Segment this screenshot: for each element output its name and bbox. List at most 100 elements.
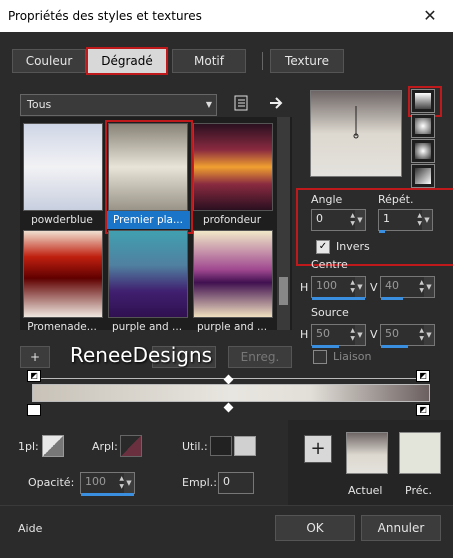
center-h-spinner[interactable]: 100 ▲ ▼ ▼ — [311, 276, 366, 300]
selection-highlight — [105, 120, 193, 234]
window-title: Propriétés des styles et textures — [0, 0, 453, 32]
user-color-swatch[interactable] — [234, 436, 256, 456]
gradient-swatch — [193, 230, 273, 318]
opacity-midpoint[interactable] — [223, 374, 234, 385]
source-v-spinner[interactable]: 50 ▲ ▼ ▼ — [380, 324, 435, 348]
gradient-thumb[interactable]: purple and ... — [108, 230, 188, 333]
source-v-value: 50 — [385, 327, 399, 340]
source-v-slider[interactable] — [381, 345, 408, 348]
gallery-scrollbar[interactable] — [277, 117, 290, 330]
center-v-slider[interactable] — [381, 297, 403, 300]
category-dropdown-value: Tous — [27, 98, 52, 111]
scrollbar-thumb[interactable] — [279, 277, 288, 305]
gradient-label: purple and ... — [111, 321, 183, 333]
gradient-thumb[interactable]: profondeur — [193, 123, 273, 226]
footer-divider — [0, 505, 453, 506]
source-h-slider[interactable] — [312, 345, 339, 348]
location-input[interactable]: 0 — [218, 472, 254, 494]
tab-degrade[interactable]: Dégradé — [86, 47, 168, 75]
library-icon[interactable] — [234, 95, 248, 111]
gradient-swatch — [23, 230, 103, 318]
source-label: Source — [311, 306, 349, 319]
previous-label: Préc. — [405, 484, 433, 497]
radial-style-button[interactable] — [411, 139, 435, 163]
chevron-down-icon[interactable]: ▼ — [422, 210, 432, 230]
center-h-slider[interactable] — [312, 297, 365, 300]
gradient-swatch — [193, 123, 273, 211]
current-swatch[interactable] — [346, 432, 388, 474]
background-label: Arpl: — [92, 440, 118, 453]
gradient-thumb[interactable]: purple and ... — [193, 230, 273, 333]
tab-texture[interactable]: Texture — [270, 49, 344, 73]
tab-separator — [262, 52, 263, 70]
center-h-label: H — [300, 281, 309, 294]
color-stop-right[interactable]: ◩ — [416, 404, 430, 416]
source-h-spinner[interactable]: 50 ▲ ▼ ▼ — [311, 324, 366, 348]
opacity-slider[interactable] — [81, 493, 134, 496]
user-label: Util.: — [182, 440, 208, 453]
gradient-thumb[interactable]: powderblue — [23, 123, 103, 226]
source-v-label: V — [370, 328, 378, 341]
gradient-label: powderblue — [31, 214, 93, 226]
chevron-down-icon[interactable]: ▼ — [424, 277, 434, 297]
add-swatch-button[interactable]: + — [304, 435, 332, 463]
color-midpoint[interactable] — [223, 402, 234, 413]
opacity-label: Opacité: — [28, 476, 75, 489]
previous-swatch[interactable] — [399, 432, 441, 474]
tab-couleur[interactable]: Couleur — [12, 49, 86, 73]
chevron-down-icon[interactable]: ▼ — [355, 277, 365, 297]
radial-gradient-icon — [415, 143, 431, 159]
source-h-value: 50 — [316, 327, 330, 340]
center-label: Centre — [311, 258, 348, 271]
arrow-right-icon[interactable] — [268, 95, 284, 111]
repeat-slider[interactable] — [379, 230, 385, 233]
gradient-editor-bar[interactable] — [32, 384, 430, 402]
location-label: Empl.: — [182, 476, 217, 489]
center-v-label: V — [370, 281, 378, 294]
gradient-label: Promenade... — [27, 321, 97, 333]
repeat-value: 1 — [383, 212, 390, 225]
location-value: 0 — [223, 475, 230, 488]
angle-label: Angle — [311, 193, 343, 206]
cancel-button[interactable]: Annuler — [361, 515, 441, 541]
foreground-label: 1pl: — [18, 440, 39, 453]
user-stop-button[interactable] — [210, 436, 232, 456]
linear-gradient-icon — [415, 93, 431, 109]
rectangular-style-button[interactable] — [411, 114, 435, 138]
sunburst-style-button[interactable] — [411, 164, 435, 188]
help-link[interactable]: Aide — [18, 522, 42, 535]
center-v-spinner[interactable]: 40 ▲ ▼ ▼ — [380, 276, 435, 300]
foreground-stop-button[interactable] — [42, 435, 64, 457]
link-label: Liaison — [333, 350, 372, 363]
invert-checkbox[interactable]: ✓ — [316, 240, 330, 254]
center-h-value: 100 — [316, 279, 337, 292]
link-checkbox[interactable] — [313, 350, 327, 364]
category-dropdown[interactable]: Tous ▼ — [20, 94, 217, 116]
chevron-down-icon[interactable]: ▼ — [355, 210, 365, 230]
opacity-stop-left[interactable]: ◩ — [27, 370, 41, 382]
gradient-label: profondeur — [202, 214, 262, 226]
chevron-down-icon[interactable]: ▼ — [124, 473, 134, 493]
close-button[interactable]: ✕ — [415, 0, 445, 32]
gradient-thumb[interactable]: Promenade... — [23, 230, 103, 333]
add-gradient-button[interactable]: + — [20, 346, 50, 368]
source-h-label: H — [300, 328, 309, 341]
angle-spinner[interactable]: 0 ▲ ▼ ▼ — [311, 209, 366, 231]
linear-style-button[interactable] — [411, 89, 435, 113]
tab-motif[interactable]: Motif — [172, 49, 246, 73]
save-gradient-button[interactable]: Enreg. — [228, 346, 292, 368]
chevron-down-icon[interactable]: ▼ — [355, 325, 365, 345]
angle-value: 0 — [316, 212, 323, 225]
invert-label: Invers — [336, 240, 370, 253]
background-stop-button[interactable] — [120, 435, 142, 457]
opacity-stop-right[interactable]: ◩ — [416, 370, 430, 382]
gradient-preview[interactable] — [310, 90, 402, 177]
ok-button[interactable]: OK — [275, 515, 355, 541]
chevron-down-icon[interactable]: ▼ — [424, 325, 434, 345]
opacity-spinner[interactable]: 100 ▲ ▼ ▼ — [80, 472, 135, 496]
opacity-value: 100 — [85, 475, 106, 488]
rectangular-gradient-icon — [415, 118, 431, 134]
color-stop-left[interactable] — [27, 404, 41, 416]
repeat-spinner[interactable]: 1 ▲ ▼ ▼ — [378, 209, 433, 233]
gradient-swatch — [108, 230, 188, 318]
